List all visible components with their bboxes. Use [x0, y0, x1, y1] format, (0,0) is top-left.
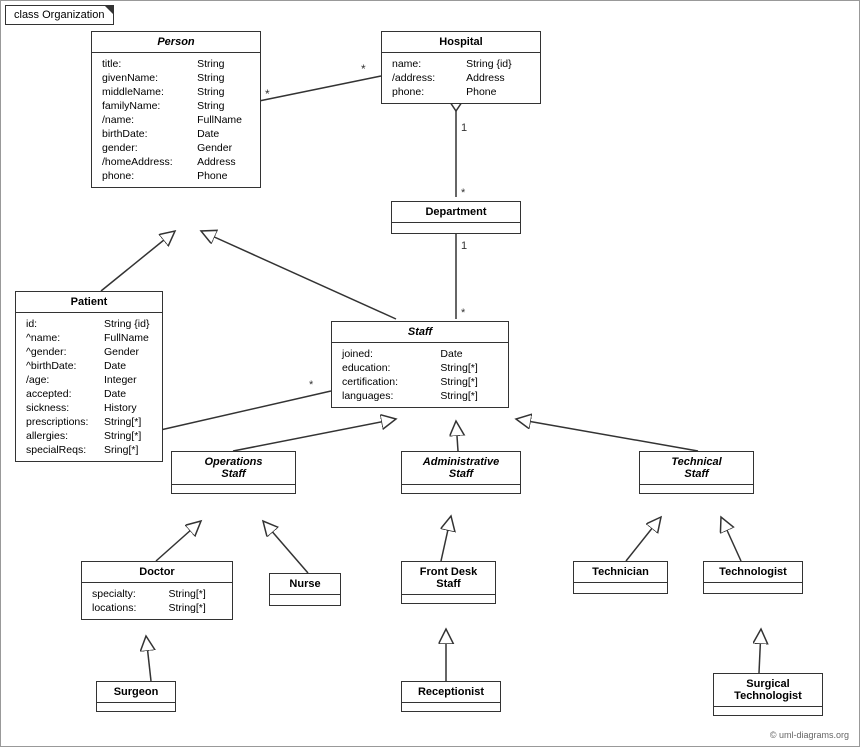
class-receptionist: Receptionist	[401, 681, 501, 712]
class-hospital: Hospital name:String {id} /address:Addre…	[381, 31, 541, 104]
class-technologist-title: Technologist	[704, 562, 802, 583]
class-front-desk-staff-body	[402, 595, 495, 603]
class-staff-body: joined:Date education:String[*] certific…	[332, 343, 508, 407]
class-doctor: Doctor specialty:String[*] locations:Str…	[81, 561, 233, 620]
class-surgical-technologist-body	[714, 707, 822, 715]
class-staff-title: Staff	[332, 322, 508, 343]
class-hospital-title: Hospital	[382, 32, 540, 53]
class-person-title: Person	[92, 32, 260, 53]
class-receptionist-body	[402, 703, 500, 711]
class-surgeon-title: Surgeon	[97, 682, 175, 703]
class-patient: Patient id:String {id} ^name:FullName ^g…	[15, 291, 163, 462]
class-surgeon: Surgeon	[96, 681, 176, 712]
class-technologist: Technologist	[703, 561, 803, 594]
class-technical-staff-title: TechnicalStaff	[640, 452, 753, 485]
svg-text:*: *	[309, 379, 314, 391]
class-nurse-body	[270, 595, 340, 605]
class-surgical-technologist-title: SurgicalTechnologist	[714, 674, 822, 707]
class-department: Department	[391, 201, 521, 234]
class-department-title: Department	[392, 202, 520, 223]
diagram-title: class Organization	[5, 5, 114, 25]
class-doctor-body: specialty:String[*] locations:String[*]	[82, 583, 232, 619]
class-staff: Staff joined:Date education:String[*] ce…	[331, 321, 509, 408]
class-patient-body: id:String {id} ^name:FullName ^gender:Ge…	[16, 313, 162, 461]
class-front-desk-staff-title: Front DeskStaff	[402, 562, 495, 595]
class-department-body	[392, 223, 520, 233]
svg-text:*: *	[265, 87, 270, 101]
svg-text:*: *	[461, 307, 466, 319]
class-administrative-staff-title: AdministrativeStaff	[402, 452, 520, 485]
class-patient-title: Patient	[16, 292, 162, 313]
class-technician: Technician	[573, 561, 668, 594]
svg-text:1: 1	[461, 240, 467, 252]
class-operations-staff: OperationsStaff	[171, 451, 296, 494]
class-hospital-body: name:String {id} /address:Address phone:…	[382, 53, 540, 103]
copyright: © uml-diagrams.org	[770, 730, 849, 740]
class-technician-body	[574, 583, 667, 593]
class-operations-staff-title: OperationsStaff	[172, 452, 295, 485]
svg-text:*: *	[461, 187, 466, 199]
class-administrative-staff: AdministrativeStaff	[401, 451, 521, 494]
class-technical-staff-body	[640, 485, 753, 493]
class-surgical-technologist: SurgicalTechnologist	[713, 673, 823, 716]
class-technical-staff: TechnicalStaff	[639, 451, 754, 494]
class-doctor-title: Doctor	[82, 562, 232, 583]
class-receptionist-title: Receptionist	[402, 682, 500, 703]
class-operations-staff-body	[172, 485, 295, 493]
class-front-desk-staff: Front DeskStaff	[401, 561, 496, 604]
class-person: Person title:String givenName:String mid…	[91, 31, 261, 188]
class-technician-title: Technician	[574, 562, 667, 583]
class-person-body: title:String givenName:String middleName…	[92, 53, 260, 187]
class-nurse-title: Nurse	[270, 574, 340, 595]
class-nurse: Nurse	[269, 573, 341, 606]
class-administrative-staff-body	[402, 485, 520, 493]
svg-text:*: *	[361, 62, 366, 76]
class-technologist-body	[704, 583, 802, 593]
class-surgeon-body	[97, 703, 175, 711]
svg-text:1: 1	[461, 122, 467, 134]
diagram-container: class Organization * * 1 *	[0, 0, 860, 747]
